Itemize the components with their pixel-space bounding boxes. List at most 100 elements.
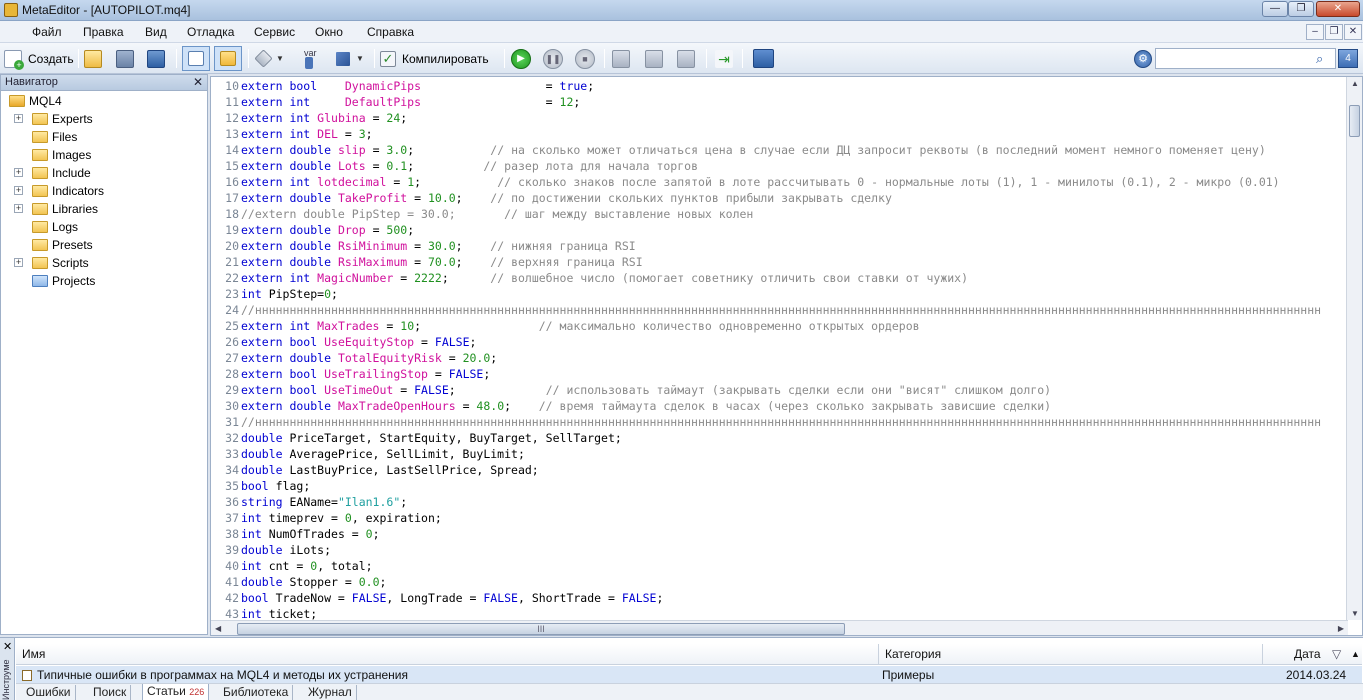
vertical-scrollbar[interactable]: ▲ ▼ — [1346, 77, 1362, 620]
mdi-minimize-button[interactable]: – — [1306, 24, 1324, 40]
navigator-toggle-button[interactable] — [182, 46, 210, 71]
tab-search[interactable]: Поиск — [89, 685, 132, 700]
save-all-icon[interactable] — [147, 49, 165, 68]
code-line[interactable]: 39 double iLots; — [211, 542, 331, 558]
navigator-close-button[interactable]: ✕ — [193, 75, 203, 89]
menu-file[interactable]: Файл — [32, 25, 62, 39]
code-line[interactable]: 30 extern double MaxTradeOpenHours = 48.0… — [211, 398, 1051, 414]
step-over-icon[interactable] — [645, 49, 663, 68]
restore-button[interactable]: ❐ — [1288, 1, 1314, 17]
tree-root-mql4[interactable]: MQL4 — [9, 92, 62, 110]
code-line[interactable]: 13 extern int DEL = 3; — [211, 126, 372, 142]
code-line[interactable]: 10 extern bool DynamicPips = true; — [211, 78, 594, 94]
tree-item-images[interactable]: Images — [32, 146, 91, 164]
code-line[interactable]: 21 extern double RsiMaximum = 70.0; // ве… — [211, 254, 642, 270]
compile-button[interactable]: ✓ Компилировать — [380, 47, 489, 70]
column-date[interactable]: Дата — [1294, 647, 1321, 661]
code-line[interactable]: 23 int PipStep=0; — [211, 286, 338, 302]
code-line[interactable]: 36 string EAName="Ilan1.6"; — [211, 494, 407, 510]
save-icon[interactable] — [116, 49, 134, 68]
search-icon[interactable]: ⌕ — [1316, 51, 1323, 67]
tree-item-scripts[interactable]: + Scripts — [14, 254, 89, 272]
code-line[interactable]: 31//нннннннннннннннннннннннннннннннннннн… — [211, 414, 1321, 430]
search-settings-icon[interactable]: ⚙ — [1134, 49, 1152, 68]
menu-window[interactable]: Окно — [315, 25, 343, 39]
vertical-scroll-thumb[interactable] — [1349, 105, 1360, 137]
menu-debug[interactable]: Отладка — [187, 25, 234, 39]
tree-item-projects[interactable]: Projects — [32, 272, 95, 290]
code-line[interactable]: 15 extern double Lots = 0.1; // разер лот… — [211, 158, 698, 174]
menu-view[interactable]: Вид — [145, 25, 167, 39]
step-into-icon[interactable] — [612, 49, 630, 68]
insert-function-button[interactable]: ▼ — [336, 47, 364, 70]
code-line[interactable]: 24//нннннннннннннннннннннннннннннннннннн… — [211, 302, 1321, 318]
scroll-up-icon[interactable]: ▲ — [1351, 649, 1360, 659]
code-line[interactable]: 22 extern int MagicNumber = 2222; // волш… — [211, 270, 968, 286]
menu-service[interactable]: Сервис — [254, 25, 295, 39]
tree-item-indicators[interactable]: + Indicators — [14, 182, 104, 200]
expand-icon[interactable]: + — [14, 204, 23, 213]
sort-icon[interactable]: ▽ — [1332, 647, 1341, 661]
table-row[interactable]: Типичные ошибки в программах на MQL4 и м… — [16, 666, 1362, 684]
styler-button[interactable]: ▼ — [254, 47, 284, 70]
code-line[interactable]: 14 extern double slip = 3.0; // на скольк… — [211, 142, 1266, 158]
code-line[interactable]: 11 extern int DefaultPips = 12; — [211, 94, 580, 110]
code-line[interactable]: 41 double Stopper = 0.0; — [211, 574, 386, 590]
horizontal-scrollbar[interactable]: ◀ III ▶ — [211, 620, 1348, 635]
column-name[interactable]: Имя — [22, 647, 45, 661]
tab-articles[interactable]: Статьи 226 — [142, 684, 210, 700]
tree-item-include[interactable]: + Include — [14, 164, 91, 182]
toolbox-close-button[interactable]: ✕ — [3, 640, 12, 653]
scroll-down-icon[interactable]: ▼ — [1351, 609, 1359, 618]
code-line[interactable]: 26 extern bool UseEquityStop = FALSE; — [211, 334, 476, 350]
close-button[interactable]: ✕ — [1316, 1, 1360, 17]
insert-variable-button[interactable]: var — [304, 47, 317, 70]
tree-item-experts[interactable]: + Experts — [14, 110, 93, 128]
tab-journal[interactable]: Журнал — [304, 685, 357, 700]
tab-library[interactable]: Библиотека — [219, 685, 294, 700]
menu-help[interactable]: Справка — [367, 25, 414, 39]
code-line[interactable]: 29 extern bool UseTimeOut = FALSE; // исп… — [211, 382, 1051, 398]
create-button[interactable]: + Создать — [4, 47, 74, 70]
pause-debug-icon[interactable]: ❚❚ — [543, 48, 563, 69]
open-folder-icon[interactable] — [84, 49, 102, 68]
tree-item-libraries[interactable]: + Libraries — [14, 200, 98, 218]
tree-item-files[interactable]: Files — [32, 128, 77, 146]
mdi-close-button[interactable]: ✕ — [1344, 24, 1362, 40]
scroll-right-icon[interactable]: ▶ — [1338, 624, 1344, 633]
scroll-up-icon[interactable]: ▲ — [1351, 79, 1359, 88]
code-line[interactable]: 27 extern double TotalEquityRisk = 20.0; — [211, 350, 497, 366]
step-out-icon[interactable] — [677, 49, 695, 68]
code-line[interactable]: 19 extern double Drop = 500; — [211, 222, 414, 238]
expand-icon[interactable]: + — [14, 168, 23, 177]
code-line[interactable]: 25 extern int MaxTrades = 10; // максимал… — [211, 318, 919, 334]
code-line[interactable]: 20 extern double RsiMinimum = 30.0; // ни… — [211, 238, 636, 254]
menu-edit[interactable]: Правка — [83, 25, 124, 39]
code-line[interactable]: 18//extern double PipStep = 30.0; // шаг… — [211, 206, 753, 222]
tab-errors[interactable]: Ошибки — [22, 685, 76, 700]
horizontal-scroll-thumb[interactable]: III — [237, 623, 845, 635]
code-line[interactable]: 12 extern int Glubina = 24; — [211, 110, 407, 126]
code-line[interactable]: 33 double AveragePrice, SellLimit, BuyLim… — [211, 446, 525, 462]
code-line[interactable]: 35 bool flag; — [211, 478, 310, 494]
scroll-left-icon[interactable]: ◀ — [215, 624, 221, 633]
search-results-badge[interactable]: 4 — [1338, 49, 1358, 68]
minimize-button[interactable]: — — [1262, 1, 1288, 17]
code-line[interactable]: 28 extern bool UseTrailingStop = FALSE; — [211, 366, 490, 382]
expand-icon[interactable]: + — [14, 258, 23, 267]
expand-icon[interactable]: + — [14, 186, 23, 195]
code-line[interactable]: 40 int cnt = 0, total; — [211, 558, 372, 574]
mdi-restore-button[interactable]: ❐ — [1325, 24, 1343, 40]
code-editor[interactable]: 10 extern bool DynamicPips = true; 11 exter… — [210, 76, 1363, 636]
go-to-line-icon[interactable]: ⇥ — [715, 49, 733, 68]
code-line[interactable]: 43 int ticket; — [211, 606, 317, 620]
code-line[interactable]: 34 double LastBuyPrice, LastSellPrice, Sp… — [211, 462, 539, 478]
tree-item-logs[interactable]: Logs — [32, 218, 78, 236]
code-area[interactable]: 10 extern bool DynamicPips = true; 11 exter… — [211, 78, 1348, 620]
column-category[interactable]: Категория — [885, 647, 941, 661]
code-line[interactable]: 38 int NumOfTrades = 0; — [211, 526, 379, 542]
code-line[interactable]: 16 extern int lotdecimal = 1; // сколько … — [211, 174, 1279, 190]
tree-item-presets[interactable]: Presets — [32, 236, 93, 254]
toolbox-toggle-button[interactable] — [214, 46, 242, 71]
start-debug-icon[interactable]: ▶ — [511, 48, 531, 69]
